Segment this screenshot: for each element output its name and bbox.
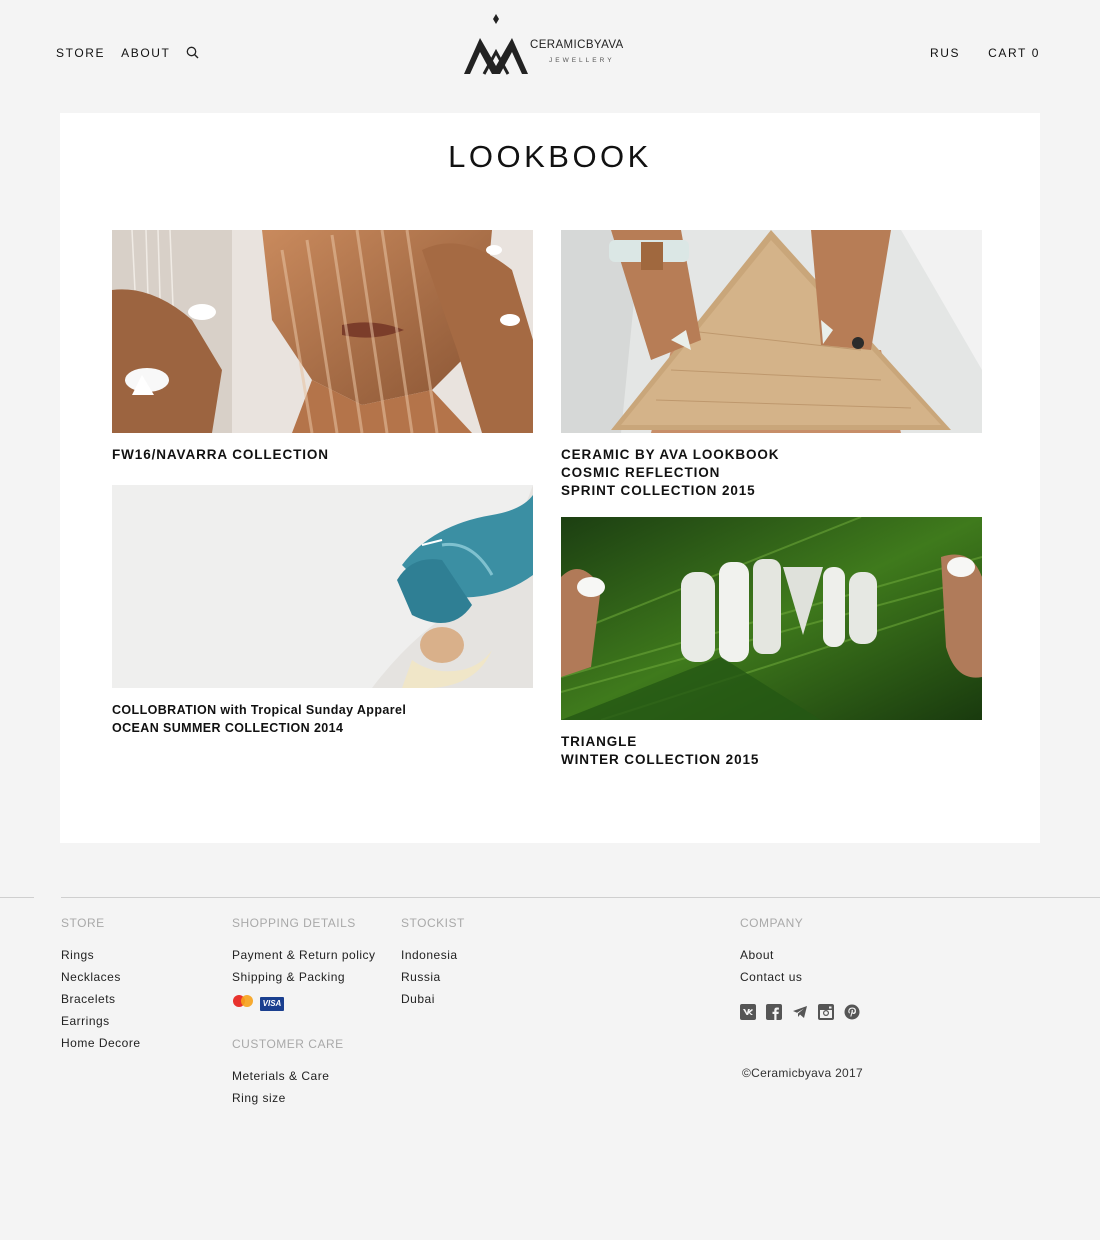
lookbook-image-navarra[interactable] [112, 230, 533, 433]
caption-line: TRIANGLE [561, 734, 638, 749]
payment-icons: VISA [232, 994, 376, 1013]
lookbook-image-ocean-summer[interactable] [112, 485, 533, 688]
visa-icon: VISA [260, 996, 284, 1011]
footer-heading: CUSTOMER CARE [232, 1037, 344, 1051]
cart-link[interactable]: CART 0 [988, 46, 1040, 60]
lookbook-item-navarra[interactable]: FW16/NAVARRA COLLECTION [112, 230, 533, 464]
lookbook-card: LOOKBOOK FW16/NAVARRA COLLECTION CERAMIC… [60, 113, 1040, 843]
footer-store-column: STORE Rings Necklaces Bracelets Earrings… [61, 916, 141, 1054]
header-actions: RUS CART 0 [930, 46, 1040, 60]
footer-link-necklaces[interactable]: Necklaces [61, 966, 141, 988]
footer-link-indonesia[interactable]: Indonesia [401, 944, 465, 966]
lookbook-caption: COLLOBRATION with Tropical Sunday Appare… [112, 701, 533, 737]
footer-link-ring-size[interactable]: Ring size [232, 1087, 376, 1109]
brand-logo[interactable]: CERAMICBYAVA JEWELLERY [462, 12, 642, 78]
footer-link-contact[interactable]: Contact us [740, 966, 803, 988]
caption-line: FW16/NAVARRA COLLECTION [112, 447, 329, 462]
mastercard-icon [232, 994, 254, 1013]
visa-label: VISA [262, 998, 282, 1008]
footer-link-dubai[interactable]: Dubai [401, 988, 465, 1010]
instagram-icon[interactable] [818, 1004, 834, 1020]
lookbook-image-triangle[interactable] [561, 517, 982, 720]
footer-link-about[interactable]: About [740, 944, 803, 966]
cart-count: 0 [1031, 46, 1040, 60]
lookbook-caption: CERAMIC BY AVA LOOKBOOK COSMIC REFLECTIO… [561, 446, 982, 500]
social-links [740, 1004, 860, 1020]
lookbook-item-triangle[interactable]: TRIANGLE WINTER COLLECTION 2015 [561, 517, 982, 769]
footer-divider [0, 897, 34, 898]
footer-shopping-column: SHOPPING DETAILS Payment & Return policy… [232, 916, 376, 1109]
facebook-icon[interactable] [766, 1004, 782, 1020]
footer-link-home-decore[interactable]: Home Decore [61, 1032, 141, 1054]
footer-heading: COMPANY [740, 916, 804, 930]
lookbook-caption: FW16/NAVARRA COLLECTION [112, 446, 533, 464]
footer-link-russia[interactable]: Russia [401, 966, 465, 988]
pinterest-icon[interactable] [844, 1004, 860, 1020]
caption-line: CERAMIC BY AVA LOOKBOOK [561, 447, 780, 462]
logo-subtitle: JEWELLERY [549, 57, 615, 64]
telegram-icon[interactable] [792, 1004, 808, 1020]
footer-heading: STOCKIST [401, 916, 465, 930]
logo-mark-icon [464, 14, 528, 75]
footer-link-bracelets[interactable]: Bracelets [61, 988, 141, 1010]
caption-line: OCEAN SUMMER COLLECTION 2014 [112, 721, 344, 735]
copyright-text: ©Ceramicbyava 2017 [742, 1066, 863, 1080]
logo-name: CERAMICBYAVA [530, 39, 624, 51]
lookbook-caption: TRIANGLE WINTER COLLECTION 2015 [561, 733, 982, 769]
lookbook-item-ocean-summer[interactable]: COLLOBRATION with Tropical Sunday Appare… [112, 485, 533, 737]
nav-store-link[interactable]: STORE [56, 46, 105, 60]
footer-link-payment-return[interactable]: Payment & Return policy [232, 944, 376, 966]
footer-heading: SHOPPING DETAILS [232, 916, 356, 930]
footer-link-shipping-packing[interactable]: Shipping & Packing [232, 966, 376, 988]
search-icon[interactable] [186, 46, 200, 60]
language-switch[interactable]: RUS [930, 46, 960, 60]
caption-line: WINTER COLLECTION 2015 [561, 752, 760, 767]
caption-line: COSMIC REFLECTION [561, 465, 721, 480]
site-header: STORE ABOUT CERAMICBYAVA JEWELLERY RUS C… [0, 0, 1100, 105]
footer-company-column: COMPANY About Contact us [740, 916, 803, 988]
cart-label: CART [988, 46, 1027, 60]
footer-heading: STORE [61, 916, 105, 930]
footer-link-earrings[interactable]: Earrings [61, 1010, 141, 1032]
page-title: LOOKBOOK [448, 139, 652, 174]
lookbook-image-cosmic-reflection[interactable] [561, 230, 982, 433]
nav-about-link[interactable]: ABOUT [121, 46, 170, 60]
footer-link-materials-care[interactable]: Meterials & Care [232, 1065, 376, 1087]
vk-icon[interactable] [740, 1004, 756, 1020]
footer-stockist-column: STOCKIST Indonesia Russia Dubai [401, 916, 465, 1010]
caption-line: SPRINT COLLECTION 2015 [561, 483, 756, 498]
caption-line: COLLOBRATION with Tropical Sunday Appare… [112, 703, 407, 717]
footer-divider [61, 897, 1100, 898]
footer-link-rings[interactable]: Rings [61, 944, 141, 966]
lookbook-item-cosmic-reflection[interactable]: CERAMIC BY AVA LOOKBOOK COSMIC REFLECTIO… [561, 230, 982, 500]
main-nav: STORE ABOUT [56, 46, 200, 60]
